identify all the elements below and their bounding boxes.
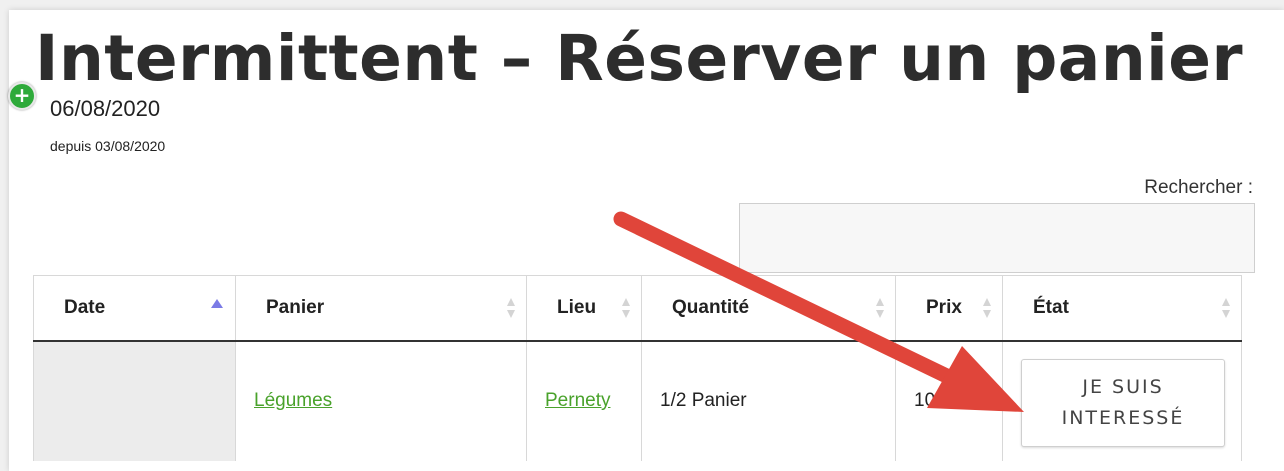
page-title: Intermittent – Réserver un panier xyxy=(35,22,1244,95)
column-header-etat[interactable]: État xyxy=(1002,275,1242,342)
date-cell xyxy=(33,340,236,461)
column-header-label: Panier xyxy=(266,296,325,318)
column-header-label: Prix xyxy=(926,296,962,318)
search-input[interactable] xyxy=(739,203,1255,273)
interested-button[interactable]: JE SUIS INTERESSÉ xyxy=(1021,359,1225,447)
column-header-lieu[interactable]: Lieu xyxy=(526,275,642,342)
sort-both-icon xyxy=(1222,297,1230,318)
column-header-label: Date xyxy=(64,296,106,318)
column-header-quantite[interactable]: Quantité xyxy=(641,275,896,342)
column-header-label: Quantité xyxy=(672,296,750,318)
column-header-prix[interactable]: Prix xyxy=(895,275,1003,342)
sort-both-icon xyxy=(622,297,630,318)
search-label: Rechercher : xyxy=(1144,177,1253,198)
column-header-date[interactable]: Date xyxy=(33,275,236,342)
column-header-label: État xyxy=(1033,296,1069,318)
lieu-link[interactable]: Pernety xyxy=(545,390,610,411)
prix-cell: 10 xyxy=(895,340,1003,461)
quantite-cell: 1/2 Panier xyxy=(641,340,896,461)
sort-both-icon xyxy=(983,297,991,318)
column-header-panier[interactable]: Panier xyxy=(235,275,527,342)
row-date: 06/08/2020 xyxy=(50,96,161,121)
lieu-cell: Pernety xyxy=(526,340,642,461)
sort-both-icon xyxy=(507,297,515,318)
panier-cell: Légumes xyxy=(235,340,527,461)
sort-both-icon xyxy=(876,297,884,318)
plus-circle-icon[interactable]: + xyxy=(8,82,36,110)
sort-ascending-icon xyxy=(211,299,223,308)
panier-link[interactable]: Légumes xyxy=(254,390,332,411)
row-since-date: depuis 03/08/2020 xyxy=(50,138,166,154)
column-header-label: Lieu xyxy=(557,296,597,318)
table-header-row: Date Panier Lieu Quantité Prix État xyxy=(33,275,1242,342)
